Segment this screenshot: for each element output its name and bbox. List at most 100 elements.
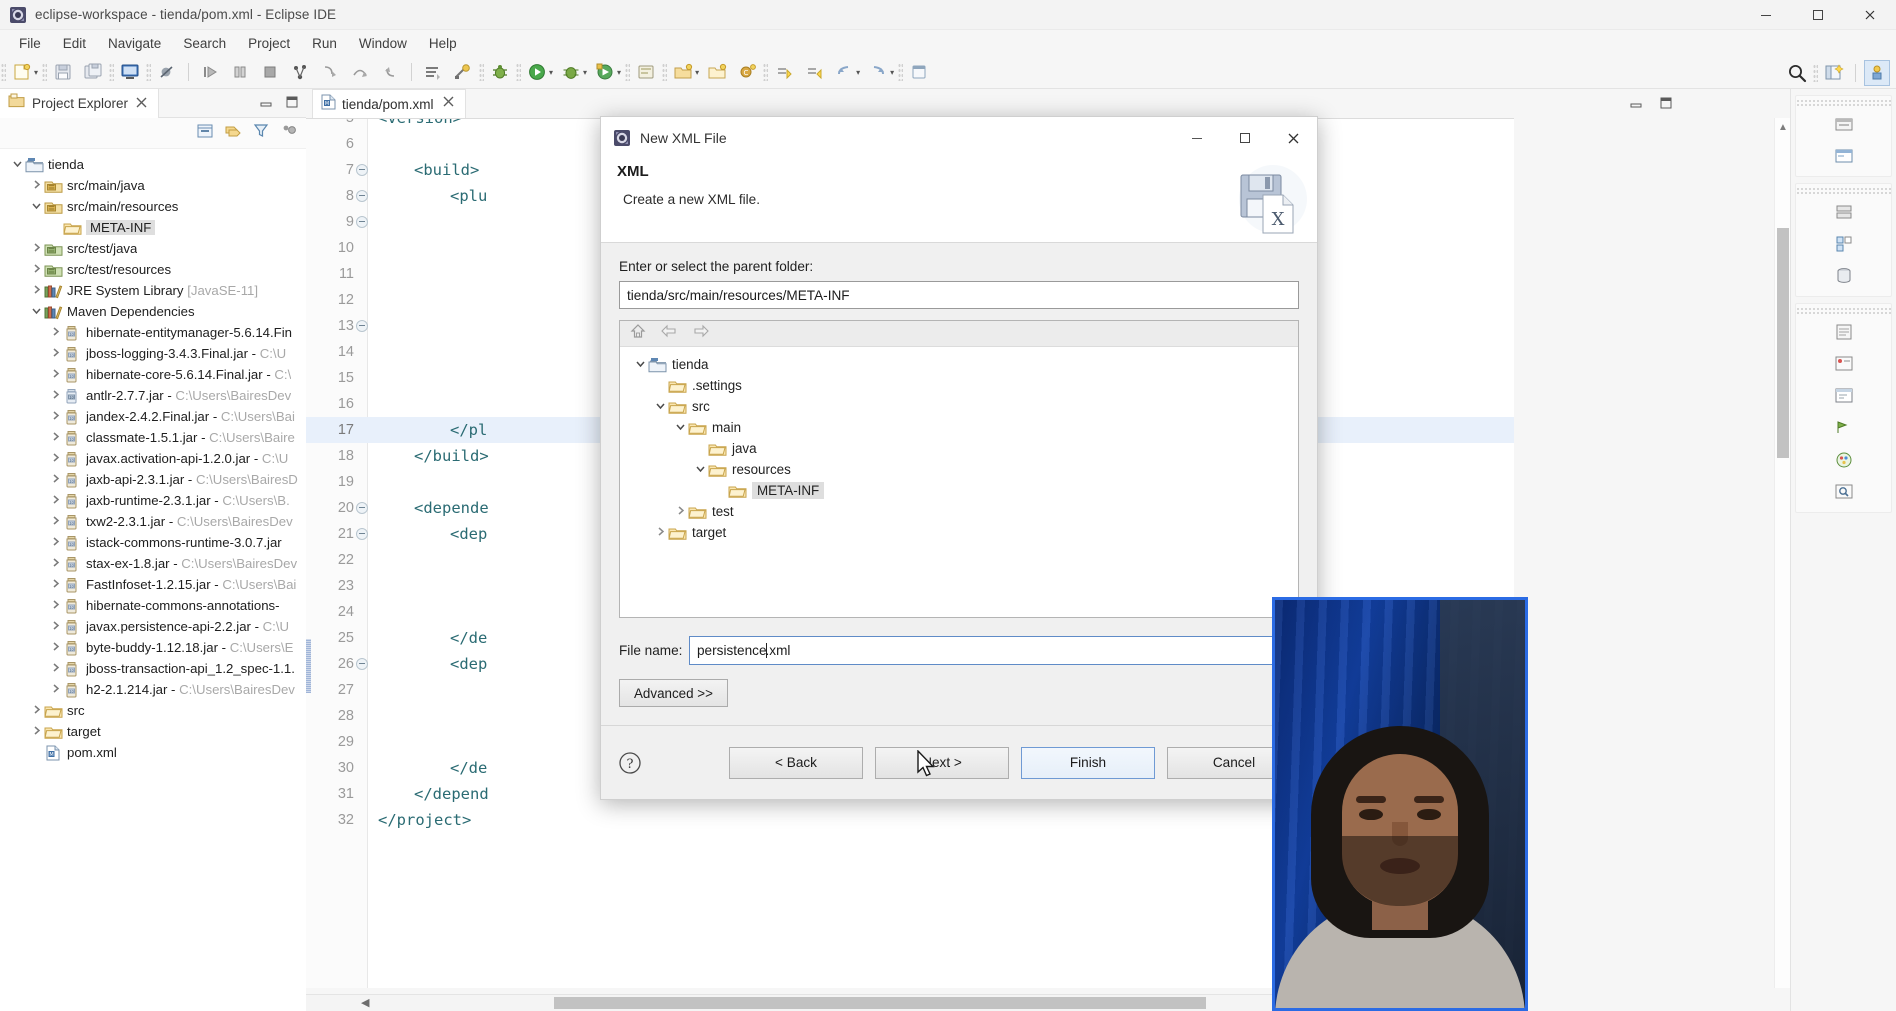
- tree-item-hibernate-entitymanager-5-6-14-fin[interactable]: 10 hibernate-entitymanager-5.6.14.Fin: [0, 322, 306, 343]
- problems-view-icon[interactable]: [1829, 349, 1859, 379]
- twisty-collapsed-icon[interactable]: [29, 263, 44, 277]
- menu-run[interactable]: Run: [301, 33, 348, 54]
- back-icon[interactable]: [831, 59, 857, 85]
- back-dropdown-icon[interactable]: ▾: [856, 68, 860, 77]
- twisty-collapsed-icon[interactable]: [29, 725, 44, 739]
- fold-toggle-icon[interactable]: [356, 320, 368, 332]
- twisty-expanded-icon[interactable]: [29, 305, 44, 319]
- toolbar-drag-handle-9[interactable]: [763, 63, 769, 81]
- project-explorer-tree[interactable]: tienda src/main/java src/main/resources MET…: [0, 149, 306, 1009]
- scroll-up-icon[interactable]: ▲: [1778, 122, 1788, 133]
- scroll-left-icon[interactable]: ◀: [361, 996, 369, 1009]
- palette-view-icon[interactable]: [1829, 445, 1859, 475]
- twisty-collapsed-icon[interactable]: [48, 557, 63, 571]
- menu-navigate[interactable]: Navigate: [97, 33, 172, 54]
- twisty-collapsed-icon[interactable]: [48, 620, 63, 634]
- vertical-scroll-thumb[interactable]: [1777, 228, 1789, 458]
- tree-item-h2-2-1-214-jar[interactable]: 10 h2-2.1.214.jar - C:\Users\BairesDev: [0, 679, 306, 700]
- dialog-tree-item-src[interactable]: src: [620, 396, 1298, 417]
- search-icon[interactable]: [1784, 60, 1810, 86]
- toolbar-drag-handle-7[interactable]: [625, 63, 631, 81]
- new-project-dropdown-icon[interactable]: ▾: [695, 68, 699, 77]
- previous-annotation-icon[interactable]: [801, 59, 827, 85]
- horizontal-scroll-thumb[interactable]: [554, 997, 1206, 1009]
- back-button[interactable]: < Back: [729, 746, 863, 779]
- debug-icon[interactable]: [487, 59, 513, 85]
- snippets-view-icon[interactable]: [1829, 229, 1859, 259]
- forward-dropdown-icon[interactable]: ▾: [890, 68, 894, 77]
- toolbar-drag-handle-11[interactable]: [1813, 63, 1818, 82]
- twisty-collapsed-icon[interactable]: [29, 179, 44, 193]
- outline-view-icon[interactable]: [1829, 109, 1859, 139]
- close-icon[interactable]: [135, 96, 148, 112]
- tab-project-explorer[interactable]: Project Explorer: [0, 89, 160, 118]
- fold-toggle-icon[interactable]: [356, 216, 368, 228]
- twisty-expanded-icon[interactable]: [692, 463, 708, 477]
- twisty-collapsed-icon[interactable]: [29, 242, 44, 256]
- minimize-icon[interactable]: [258, 94, 274, 115]
- markers-view-icon[interactable]: [1829, 413, 1859, 443]
- menu-edit[interactable]: Edit: [52, 33, 97, 54]
- tree-item-antlr-2-7-7-jar[interactable]: 10 antlr-2.7.7.jar - C:\Users\BairesDev: [0, 385, 306, 406]
- tree-item-jandex-2-4-2-final-jar[interactable]: 10 jandex-2.4.2.Final.jar - C:\Users\Bai: [0, 406, 306, 427]
- menu-help[interactable]: Help: [418, 33, 468, 54]
- editor-vertical-scrollbar[interactable]: ▲: [1774, 118, 1790, 988]
- step-into-icon[interactable]: [317, 59, 343, 85]
- twisty-collapsed-icon[interactable]: [48, 536, 63, 550]
- tree-item-fastinfoset-1-2-15-jar[interactable]: 10 FastInfoset-1.2.15.jar - C:\Users\Bai: [0, 574, 306, 595]
- twisty-collapsed-icon[interactable]: [672, 505, 688, 519]
- suspend-icon[interactable]: [227, 59, 253, 85]
- open-perspective-icon[interactable]: [1821, 60, 1847, 86]
- java-ee-perspective-icon[interactable]: [1864, 59, 1890, 86]
- new-dropdown-icon[interactable]: ▾: [34, 68, 38, 77]
- toolbar-drag-handle[interactable]: [1, 63, 6, 81]
- save-icon[interactable]: [50, 59, 76, 85]
- next-button[interactable]: Next >: [875, 746, 1009, 779]
- help-icon[interactable]: ?: [617, 750, 643, 776]
- tree-item-tienda[interactable]: tienda: [0, 154, 306, 175]
- dialog-tree-item-resources[interactable]: resources: [620, 459, 1298, 480]
- tree-item-stax-ex-1-8-jar[interactable]: 10 stax-ex-1.8.jar - C:\Users\BairesDev: [0, 553, 306, 574]
- twisty-collapsed-icon[interactable]: [48, 389, 63, 403]
- save-all-icon[interactable]: [80, 59, 106, 85]
- toolbar-drag-handle-4[interactable]: [146, 63, 152, 81]
- fold-toggle-icon[interactable]: [356, 658, 368, 670]
- tree-item-javax-persistence-api-2-2-jar[interactable]: 10 javax.persistence-api-2.2.jar - C:\U: [0, 616, 306, 637]
- open-task-icon[interactable]: [420, 59, 446, 85]
- twisty-collapsed-icon[interactable]: [48, 641, 63, 655]
- step-return-icon[interactable]: [377, 59, 403, 85]
- data-source-explorer-icon[interactable]: [1829, 261, 1859, 291]
- dialog-tree-item-settings[interactable]: .settings: [620, 375, 1298, 396]
- twisty-collapsed-icon[interactable]: [48, 368, 63, 382]
- home-icon[interactable]: [630, 323, 646, 344]
- minimize-icon[interactable]: [1628, 95, 1644, 116]
- dialog-minimize-button[interactable]: [1173, 117, 1221, 159]
- minimize-button[interactable]: [1740, 0, 1792, 30]
- task-list-icon[interactable]: [1829, 317, 1859, 347]
- twisty-expanded-icon[interactable]: [632, 358, 648, 372]
- twisty-expanded-icon[interactable]: [29, 200, 44, 214]
- toolbar-drag-handle-2[interactable]: [42, 63, 48, 81]
- toolbar-drag-handle-10[interactable]: [898, 63, 904, 81]
- link-with-editor-icon[interactable]: [224, 122, 242, 145]
- new-java-console-icon[interactable]: [117, 59, 143, 85]
- tree-item-byte-buddy-1-12-18-jar[interactable]: 10 byte-buddy-1.12.18.jar - C:\Users\E: [0, 637, 306, 658]
- twisty-collapsed-icon[interactable]: [48, 452, 63, 466]
- back-icon[interactable]: [660, 323, 678, 344]
- search-view-icon[interactable]: [1829, 477, 1859, 507]
- forward-icon[interactable]: [865, 59, 891, 85]
- dialog-maximize-button[interactable]: [1221, 117, 1269, 159]
- dialog-tree-item-meta-inf[interactable]: META-INF: [620, 480, 1298, 501]
- rail-drag-handle-2[interactable]: [1796, 187, 1891, 195]
- tree-item-txw2-2-3-1-jar[interactable]: 10 txw2-2.3.1.jar - C:\Users\BairesDev: [0, 511, 306, 532]
- tree-item-target[interactable]: target: [0, 721, 306, 742]
- twisty-collapsed-icon[interactable]: [48, 473, 63, 487]
- dialog-tree-item-java[interactable]: java: [620, 438, 1298, 459]
- twisty-collapsed-icon[interactable]: [652, 526, 668, 540]
- debug-run-icon[interactable]: [558, 59, 584, 85]
- maximize-icon[interactable]: [284, 94, 300, 115]
- debug-dropdown-icon[interactable]: ▾: [583, 68, 587, 77]
- maximize-button[interactable]: [1792, 0, 1844, 30]
- file-name-input[interactable]: persistence.xml: [689, 636, 1299, 665]
- skip-breakpoints-icon[interactable]: [154, 59, 180, 85]
